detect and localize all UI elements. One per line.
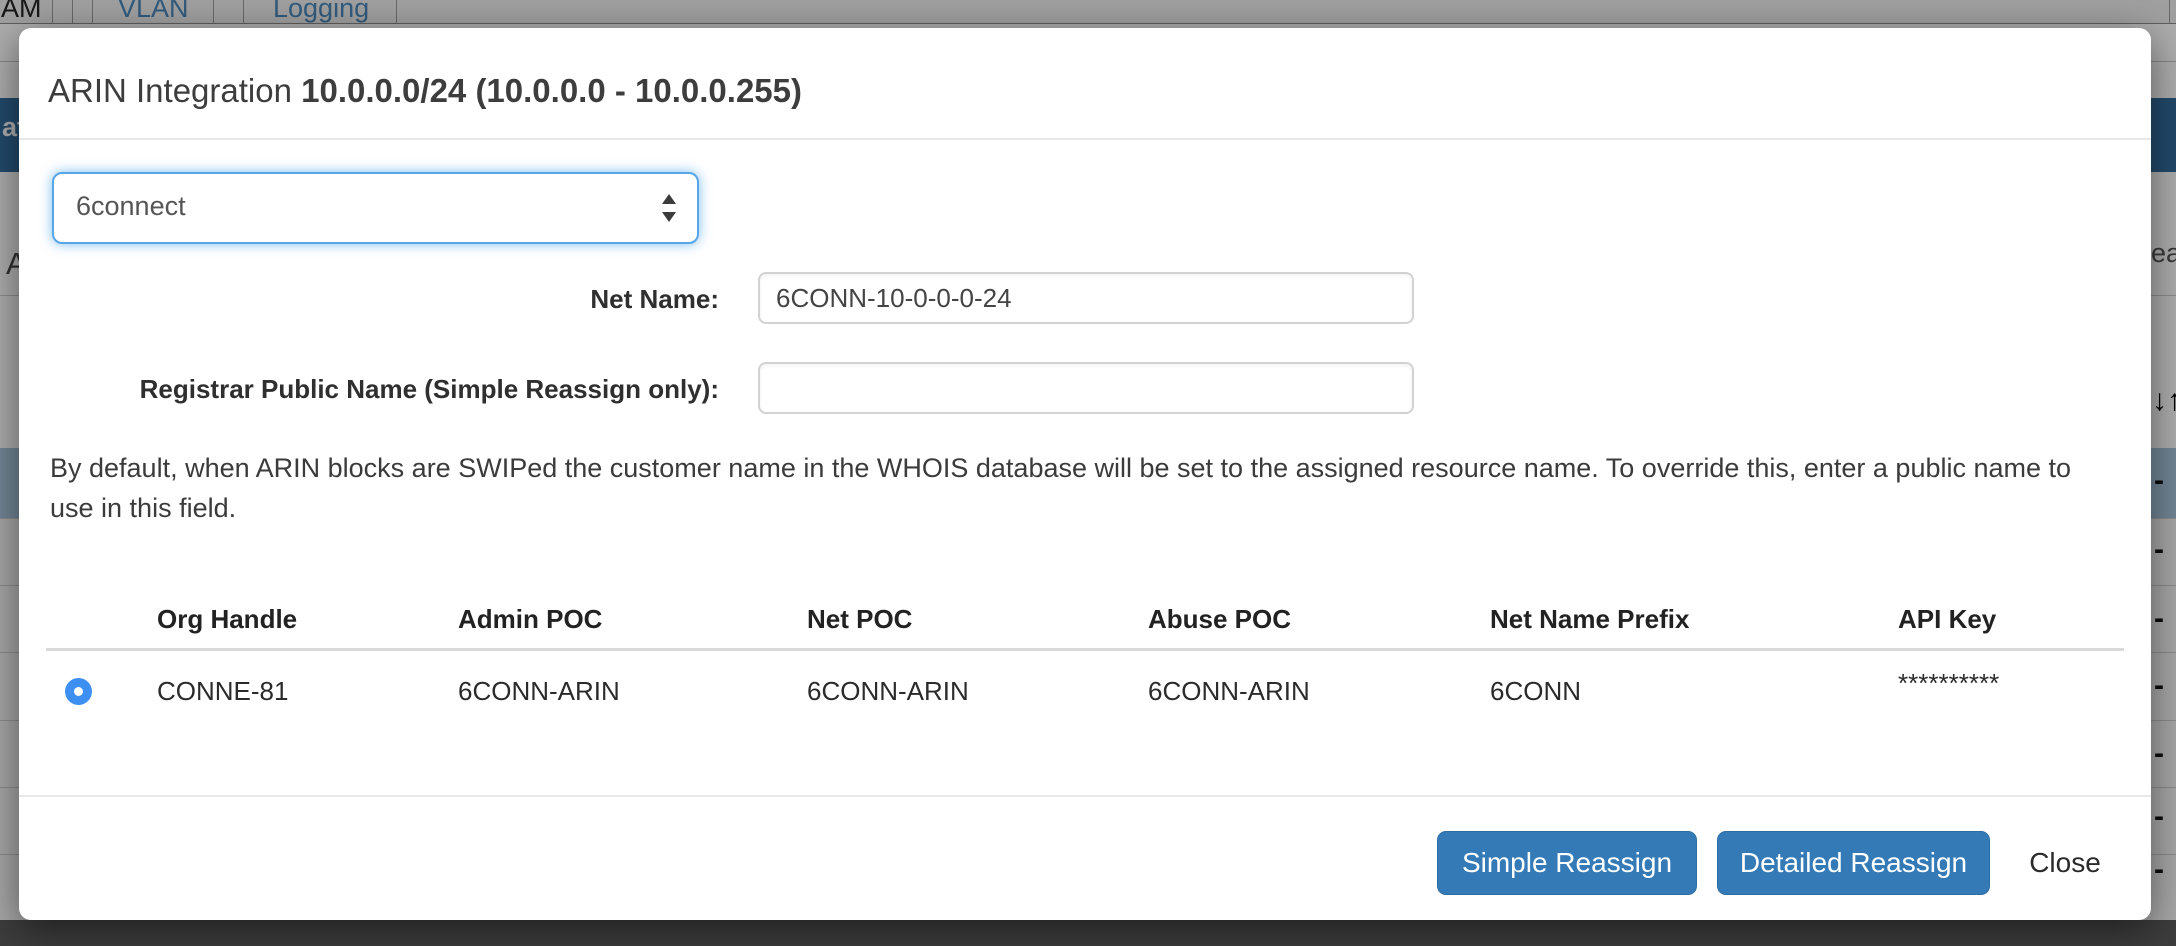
net-name-label: Net Name:: [19, 284, 719, 315]
org-radio-selected[interactable]: [65, 678, 92, 705]
cell-org-handle: CONNE-81: [157, 676, 288, 707]
modal-footer-divider: [19, 795, 2151, 797]
registrar-public-name-input[interactable]: [758, 362, 1414, 414]
cell-abuse-poc: 6CONN-ARIN: [1148, 676, 1310, 707]
close-button[interactable]: Close: [2015, 831, 2115, 895]
column-header-net-poc: Net POC: [807, 604, 912, 635]
modal-header-divider: [19, 138, 2151, 140]
net-name-input[interactable]: [758, 272, 1414, 324]
detailed-reassign-button[interactable]: Detailed Reassign: [1717, 831, 1990, 895]
column-header-net-name-prefix: Net Name Prefix: [1490, 604, 1689, 635]
modal-title: ARIN Integration 10.0.0.0/24 (10.0.0.0 -…: [48, 72, 802, 110]
radio-dot: [74, 687, 83, 696]
column-header-admin-poc: Admin POC: [458, 604, 602, 635]
integration-select[interactable]: 6connect: [52, 172, 699, 244]
cell-admin-poc: 6CONN-ARIN: [458, 676, 620, 707]
column-header-org-handle: Org Handle: [157, 604, 297, 635]
cell-net-name-prefix: 6CONN: [1490, 676, 1581, 707]
modal-title-range: 10.0.0.0/24 (10.0.0.0 - 10.0.0.255): [301, 72, 802, 109]
screen: AM VLAN Logging at A ea ↓↑ - - -: [0, 0, 2176, 946]
table-header-divider: [46, 648, 2124, 651]
modal-title-prefix: ARIN Integration: [48, 72, 301, 109]
integration-select-value: 6connect: [76, 191, 186, 222]
cell-api-key: **********: [1898, 668, 1999, 699]
column-header-api-key: API Key: [1898, 604, 1996, 635]
column-header-abuse-poc: Abuse POC: [1148, 604, 1291, 635]
registrar-public-name-label: Registrar Public Name (Simple Reassign o…: [19, 374, 719, 405]
arin-integration-modal: ARIN Integration 10.0.0.0/24 (10.0.0.0 -…: [19, 28, 2151, 920]
swip-description: By default, when ARIN blocks are SWIPed …: [50, 448, 2110, 528]
select-stepper-icon: [661, 191, 677, 225]
cell-net-poc: 6CONN-ARIN: [807, 676, 969, 707]
simple-reassign-button[interactable]: Simple Reassign: [1437, 831, 1697, 895]
